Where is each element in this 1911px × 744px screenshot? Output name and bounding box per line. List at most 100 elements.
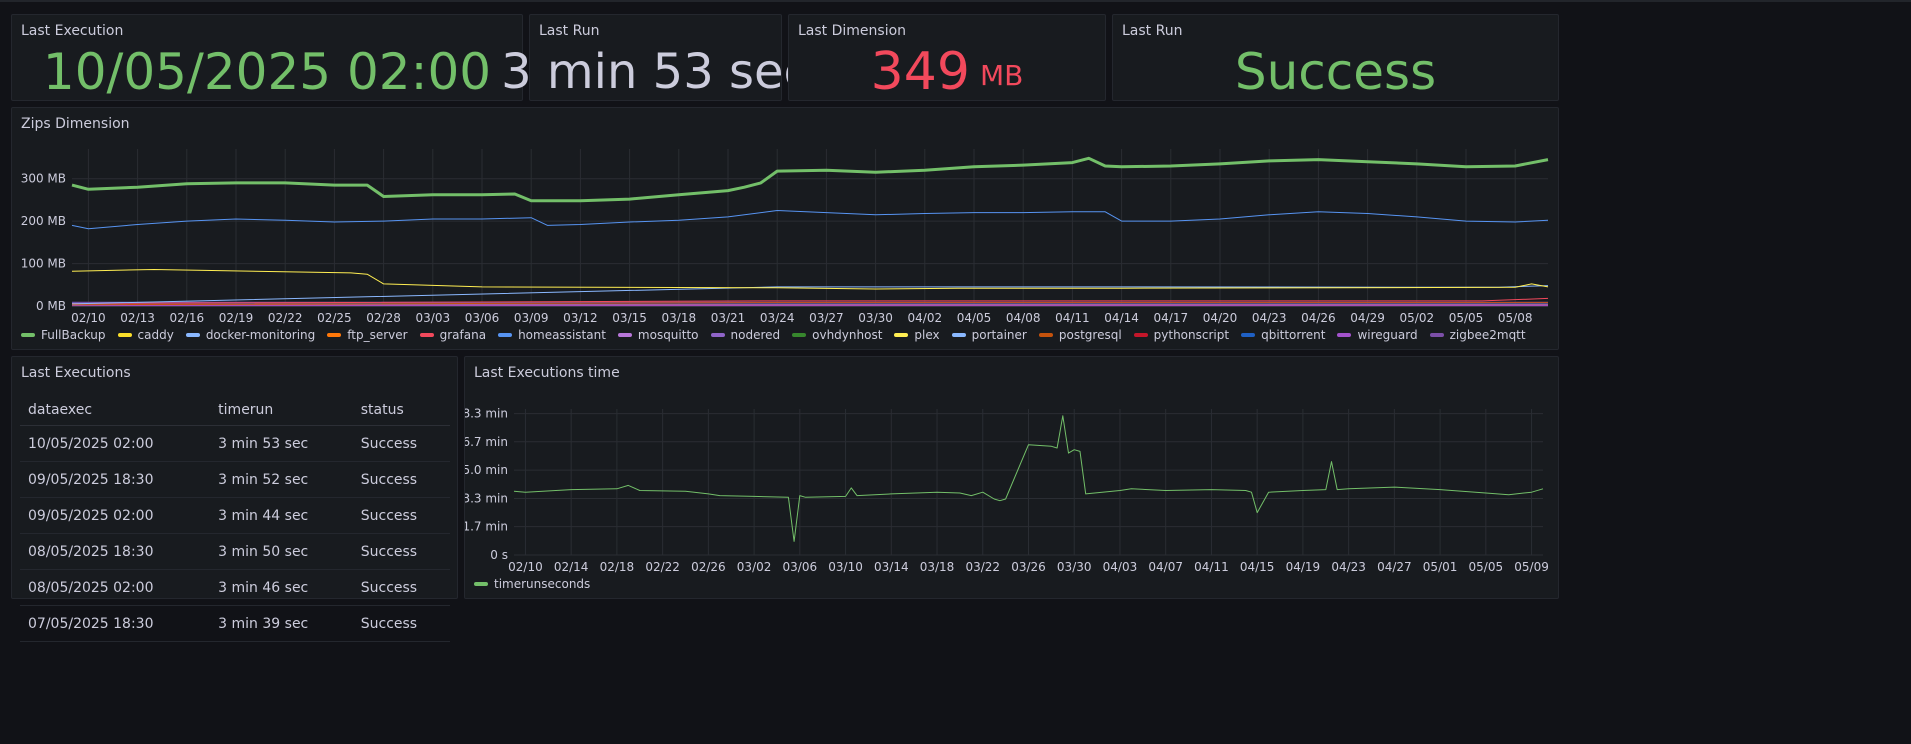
last-run-status-panel: Last Run Success [1112, 14, 1559, 101]
legend-label: grafana [439, 328, 487, 342]
table-cell-timerun: 3 min 52 sec [210, 461, 353, 498]
x-tick-label: 05/02 [1400, 311, 1435, 325]
legend-item-plex[interactable]: plex [894, 328, 940, 342]
x-tick-label: 04/07 [1148, 560, 1183, 574]
legend-swatch [710, 333, 725, 337]
legend-swatch [474, 582, 488, 586]
x-tick-label: 04/17 [1154, 311, 1189, 325]
x-tick-label: 03/09 [514, 311, 549, 325]
table-row: 10/05/2025 02:00 3 min 53 sec Success [20, 425, 450, 462]
legend-item-qbittorrent[interactable]: qbittorrent [1241, 328, 1325, 342]
table-cell-dataexec: 10/05/2025 02:00 [20, 425, 211, 462]
x-tick-label: 03/26 [1011, 560, 1046, 574]
legend-label: qbittorrent [1261, 328, 1326, 342]
series-line-plex [71, 269, 1549, 290]
x-tick-label: 02/26 [691, 560, 726, 574]
column-header-dataexec[interactable]: dataexec [20, 395, 211, 426]
x-tick-label: 02/25 [317, 311, 352, 325]
legend-item-wireguard[interactable]: wireguard [1337, 328, 1418, 342]
y-tick-label: 5.0 min [465, 463, 508, 477]
table-cell-timerun: 3 min 39 sec [210, 605, 353, 642]
legend-item-timerunseconds[interactable]: timerunseconds [474, 577, 590, 591]
legend-item-postgresql[interactable]: postgresql [1038, 328, 1122, 342]
x-tick-label: 03/22 [965, 560, 1000, 574]
legend-item-portainer[interactable]: portainer [951, 328, 1027, 342]
x-tick-label: 04/29 [1350, 311, 1385, 325]
x-tick-label: 02/22 [645, 560, 680, 574]
legend-label: timerunseconds [494, 577, 591, 591]
x-tick-label: 03/06 [783, 560, 818, 574]
y-tick-label: 8.3 min [465, 407, 508, 421]
legend-label: docker-monitoring [205, 328, 316, 342]
last-executions-panel: Last Executions dataexec timerun status 10… [11, 356, 458, 642]
table-row: 09/05/2025 02:00 3 min 44 sec Success [20, 497, 450, 534]
panel-title: Last Dimension [798, 23, 907, 39]
x-tick-label: 03/18 [662, 311, 697, 325]
table-cell-dataexec: 08/05/2025 18:30 [20, 533, 211, 570]
legend-item-nodered[interactable]: nodered [710, 328, 780, 342]
last-run-time-panel: Last Run 3 min 53 sec [501, 14, 810, 101]
x-tick-label: 04/20 [1203, 311, 1238, 325]
legend-swatch [117, 333, 132, 337]
legend-swatch [894, 333, 909, 337]
legend-item-caddy[interactable]: caddy [117, 328, 174, 342]
table-cell-timerun: 3 min 44 sec [210, 497, 353, 534]
x-tick-label: 02/22 [268, 311, 303, 325]
last-run-time-value: 3 min 53 sec [501, 43, 810, 100]
x-tick-label: 02/18 [600, 560, 635, 574]
x-tick-label: 04/19 [1286, 560, 1321, 574]
table-cell-status: Success [352, 461, 450, 498]
legend-item-pythonscript[interactable]: pythonscript [1133, 328, 1230, 342]
last-execution-panel: Last Execution 10/05/2025 02:00 [11, 14, 523, 101]
table-row: 08/05/2025 18:30 3 min 50 sec Success [20, 533, 450, 570]
legend-item-zigbee2mqtt[interactable]: zigbee2mqtt [1429, 328, 1526, 342]
y-tick-label: 100 MB [21, 257, 66, 271]
x-tick-label: 05/05 [1449, 311, 1484, 325]
last-executions-table: dataexec timerun status 10/05/2025 02:00 3 … [20, 395, 450, 642]
legend-item-ftp_server[interactable]: ftp_server [327, 328, 408, 342]
legend-item-homeassistant[interactable]: homeassistant [498, 328, 606, 342]
series-line-FullBackup [71, 156, 1549, 203]
legend-item-docker-monitoring[interactable]: docker-monitoring [185, 328, 316, 342]
x-tick-label: 04/26 [1301, 311, 1336, 325]
legend-item-FullBackup[interactable]: FullBackup [21, 328, 106, 342]
legend-swatch [1241, 333, 1256, 337]
legend-swatch [617, 333, 632, 337]
table-header-row: dataexec timerun status [20, 395, 450, 426]
last-executions-time-chart[interactable]: 0 s 1.7 min 3.3 min 5.0 min 6.7 min 8.3 min 02… [465, 357, 1558, 598]
y-tick-label: 300 MB [21, 172, 66, 186]
x-tick-label: 02/10 [71, 311, 106, 325]
legend-swatch [1337, 333, 1352, 337]
legend-label: homeassistant [518, 328, 606, 342]
panel-title: Last Run [539, 23, 600, 39]
legend-item-grafana[interactable]: grafana [419, 328, 487, 342]
x-tick-label: 03/10 [828, 560, 863, 574]
zips-dimension-panel: Zips Dimension 0 MB 100 MB 200 MB 300 MB 02/… [11, 107, 1559, 350]
x-tick-label: 05/09 [1514, 560, 1549, 574]
top-border [0, 0, 1911, 2]
last-dimension-stat: 349 MB [789, 42, 1105, 102]
last-run-status-value: Success [1234, 42, 1437, 101]
last-dimension-unit: MB [979, 59, 1024, 92]
legend-item-mosquitto[interactable]: mosquitto [617, 328, 699, 342]
legend-label: pythonscript [1153, 328, 1230, 342]
x-tick-label: 04/15 [1240, 560, 1275, 574]
x-tick-label: 04/23 [1331, 560, 1366, 574]
x-tick-label: 04/23 [1252, 311, 1287, 325]
legend-item-ovhdynhost[interactable]: ovhdynhost [792, 328, 882, 342]
column-header-status[interactable]: status [352, 395, 450, 426]
y-tick-label: 0 MB [36, 299, 66, 313]
x-tick-label: 02/19 [219, 311, 254, 325]
zips-dimension-chart[interactable]: 0 MB 100 MB 200 MB 300 MB 02/10 02/13 02/16 02/… [12, 108, 1558, 349]
panel-title: Last Run [1122, 23, 1183, 39]
table-cell-timerun: 3 min 50 sec [210, 533, 353, 570]
column-header-timerun[interactable]: timerun [210, 395, 353, 426]
legend-label: zigbee2mqtt [1449, 328, 1526, 342]
last-execution-value: 10/05/2025 02:00 [42, 42, 492, 101]
legend-swatch [1429, 333, 1444, 337]
x-tick-label: 04/14 [1104, 311, 1139, 325]
zips-dimension-legend: FullBackup caddy docker-monitoring ftp_serv… [21, 328, 1526, 342]
table-row: 08/05/2025 02:00 3 min 46 sec Success [20, 569, 450, 606]
legend-swatch [327, 333, 342, 337]
table-cell-dataexec: 07/05/2025 18:30 [20, 605, 211, 642]
